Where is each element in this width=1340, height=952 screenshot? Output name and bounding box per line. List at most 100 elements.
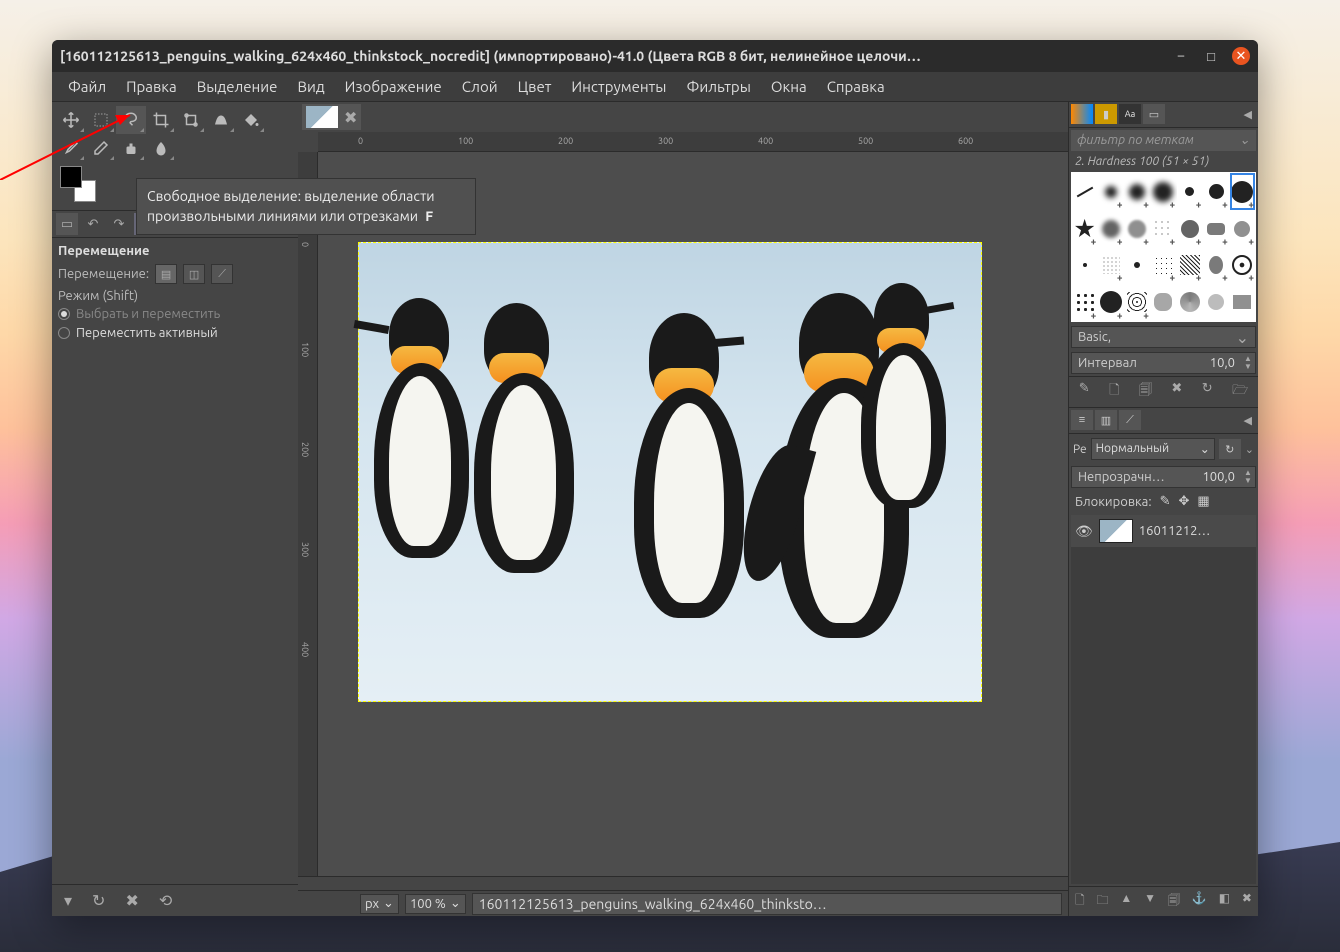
close-button[interactable]: ✕ xyxy=(1232,47,1250,65)
layer-mode-select[interactable]: Нормальный⌄ xyxy=(1091,438,1215,460)
tab-device-status[interactable]: ↶ xyxy=(82,213,104,235)
unit-select[interactable]: px⌄ xyxy=(360,894,399,914)
ruler-vertical[interactable]: 0 100 200 300 400 xyxy=(298,152,318,876)
menu-image[interactable]: Изображение xyxy=(337,74,450,99)
brush-item[interactable]: + xyxy=(1203,211,1228,246)
brush-item[interactable]: + xyxy=(1177,211,1202,246)
refresh-brush-icon[interactable]: ↻ xyxy=(1202,381,1213,403)
layer-group-icon[interactable]: 🗀 xyxy=(1096,891,1108,912)
minimize-button[interactable]: – xyxy=(1172,47,1190,65)
brush-item[interactable]: + xyxy=(1230,248,1255,283)
brush-item-selected[interactable]: + xyxy=(1230,173,1255,210)
tab-channels[interactable]: ▥ xyxy=(1095,410,1117,430)
duplicate-layer-icon[interactable]: 🗐 xyxy=(1168,891,1180,912)
crop-tool[interactable] xyxy=(146,106,176,134)
tab-fonts[interactable]: Aa xyxy=(1119,104,1141,124)
maximize-button[interactable]: □ xyxy=(1202,47,1220,65)
save-preset-icon[interactable]: ▾ xyxy=(64,891,72,910)
duplicate-brush-icon[interactable]: 🗐 xyxy=(1139,381,1152,403)
brush-item[interactable]: + xyxy=(1125,211,1150,246)
scrollbar-h[interactable] xyxy=(298,876,1068,890)
tab-tool-options[interactable]: ▭ xyxy=(56,213,78,235)
reset-preset-icon[interactable]: ⟲ xyxy=(159,891,172,910)
brush-item[interactable] xyxy=(1125,248,1150,283)
radio-pick[interactable] xyxy=(58,308,70,320)
brush-item[interactable]: + xyxy=(1072,284,1097,321)
brush-item[interactable]: + xyxy=(1098,211,1123,246)
brush-item[interactable]: + xyxy=(1098,248,1123,283)
brush-item[interactable]: + xyxy=(1203,248,1228,283)
brush-item[interactable]: + xyxy=(1125,173,1150,210)
layer-name[interactable]: 16011212… xyxy=(1139,524,1211,538)
layer-mode-switch[interactable]: ↻ xyxy=(1219,439,1241,459)
tab-undo-history[interactable]: ↷ xyxy=(108,213,130,235)
lock-position-icon[interactable]: ✥ xyxy=(1178,494,1189,509)
menu-windows[interactable]: Окна xyxy=(763,74,815,99)
ruler-horizontal[interactable]: 0 100 200 300 400 500 600 xyxy=(318,132,1068,152)
layer-visibility-icon[interactable]: 👁 xyxy=(1075,523,1093,540)
menu-filters[interactable]: Фильтры xyxy=(678,74,758,99)
brush-item[interactable] xyxy=(1203,284,1228,321)
brush-item[interactable]: + xyxy=(1072,211,1097,246)
menu-help[interactable]: Справка xyxy=(819,74,893,99)
move-layer-icon[interactable]: ▤ xyxy=(155,264,177,284)
mask-layer-icon[interactable]: ◧ xyxy=(1219,891,1230,912)
menu-view[interactable]: Вид xyxy=(289,74,332,99)
move-selection-icon[interactable]: ◫ xyxy=(183,264,205,284)
brush-item[interactable]: + xyxy=(1177,173,1202,210)
image-tab[interactable]: ✖ xyxy=(302,104,361,130)
brush-item[interactable]: + xyxy=(1151,248,1176,283)
brush-preset-select[interactable]: Basic,⌄ xyxy=(1071,326,1256,348)
new-brush-icon[interactable]: 🗋 xyxy=(1109,381,1119,403)
canvas-background[interactable] xyxy=(318,152,1068,876)
brush-item[interactable]: + xyxy=(1151,211,1176,246)
brush-item[interactable]: + xyxy=(1151,173,1176,210)
delete-brush-icon[interactable]: ✖ xyxy=(1171,381,1182,403)
lower-layer-icon[interactable]: ▼ xyxy=(1144,891,1156,912)
warp-tool[interactable] xyxy=(206,106,236,134)
menu-select[interactable]: Выделение xyxy=(189,74,286,99)
delete-layer-icon[interactable]: ✖ xyxy=(1242,891,1252,912)
brush-item[interactable] xyxy=(1230,284,1255,321)
edit-brush-icon[interactable]: ✎ xyxy=(1079,381,1090,403)
tab-patterns[interactable]: ▮ xyxy=(1095,104,1117,124)
tab-history[interactable]: ▭ xyxy=(1143,104,1165,124)
image-tab-close[interactable]: ✖ xyxy=(344,108,357,127)
brush-item[interactable]: + xyxy=(1177,248,1202,283)
canvas-image[interactable] xyxy=(358,242,982,702)
lock-alpha-icon[interactable]: ▦ xyxy=(1197,494,1209,509)
brush-item[interactable] xyxy=(1151,284,1176,321)
tab-brushes[interactable] xyxy=(1071,104,1093,124)
brush-item[interactable]: + xyxy=(1098,284,1123,321)
tab-layers[interactable]: ≡ xyxy=(1071,410,1093,430)
brush-item[interactable]: + xyxy=(1125,284,1150,321)
menu-layer[interactable]: Слой xyxy=(454,74,506,99)
dock2-menu-arrow[interactable]: ◀ xyxy=(1240,410,1256,431)
restore-preset-icon[interactable]: ↻ xyxy=(92,891,105,910)
menu-tools[interactable]: Инструменты xyxy=(563,74,674,99)
smudge-tool[interactable] xyxy=(146,134,176,162)
brush-item[interactable]: + xyxy=(1230,211,1255,246)
menu-color[interactable]: Цвет xyxy=(510,74,560,99)
brush-item[interactable] xyxy=(1072,173,1097,210)
tag-filter[interactable]: фильтр по меткам⌄ xyxy=(1071,130,1256,151)
new-layer-icon[interactable]: 🗋 xyxy=(1075,891,1085,912)
interval-field[interactable]: Интервал 10,0 ▲▼ xyxy=(1071,352,1256,374)
bucket-tool[interactable] xyxy=(236,106,266,134)
brush-item[interactable]: + xyxy=(1098,173,1123,210)
lock-pixels-icon[interactable]: ✎ xyxy=(1160,494,1171,509)
opacity-field[interactable]: Непрозрачн… 100,0 ▲▼ xyxy=(1071,466,1256,488)
merge-layer-icon[interactable]: ⚓ xyxy=(1192,891,1207,912)
zoom-select[interactable]: 100 %⌄ xyxy=(405,894,466,914)
delete-preset-icon[interactable]: ✖ xyxy=(125,891,138,910)
transform-tool[interactable] xyxy=(176,106,206,134)
layer-row[interactable]: 👁 16011212… xyxy=(1071,515,1256,547)
radio-active[interactable] xyxy=(58,327,70,339)
move-path-icon[interactable]: ⟋ xyxy=(211,264,233,284)
open-brush-icon[interactable]: 🗁 xyxy=(1232,381,1248,403)
titlebar[interactable]: [160112125613_penguins_walking_624x460_t… xyxy=(52,40,1258,72)
raise-layer-icon[interactable]: ▲ xyxy=(1120,891,1132,912)
brush-item[interactable] xyxy=(1072,248,1097,283)
tab-paths[interactable]: ⟋ xyxy=(1119,410,1141,430)
brush-item[interactable] xyxy=(1177,284,1202,321)
